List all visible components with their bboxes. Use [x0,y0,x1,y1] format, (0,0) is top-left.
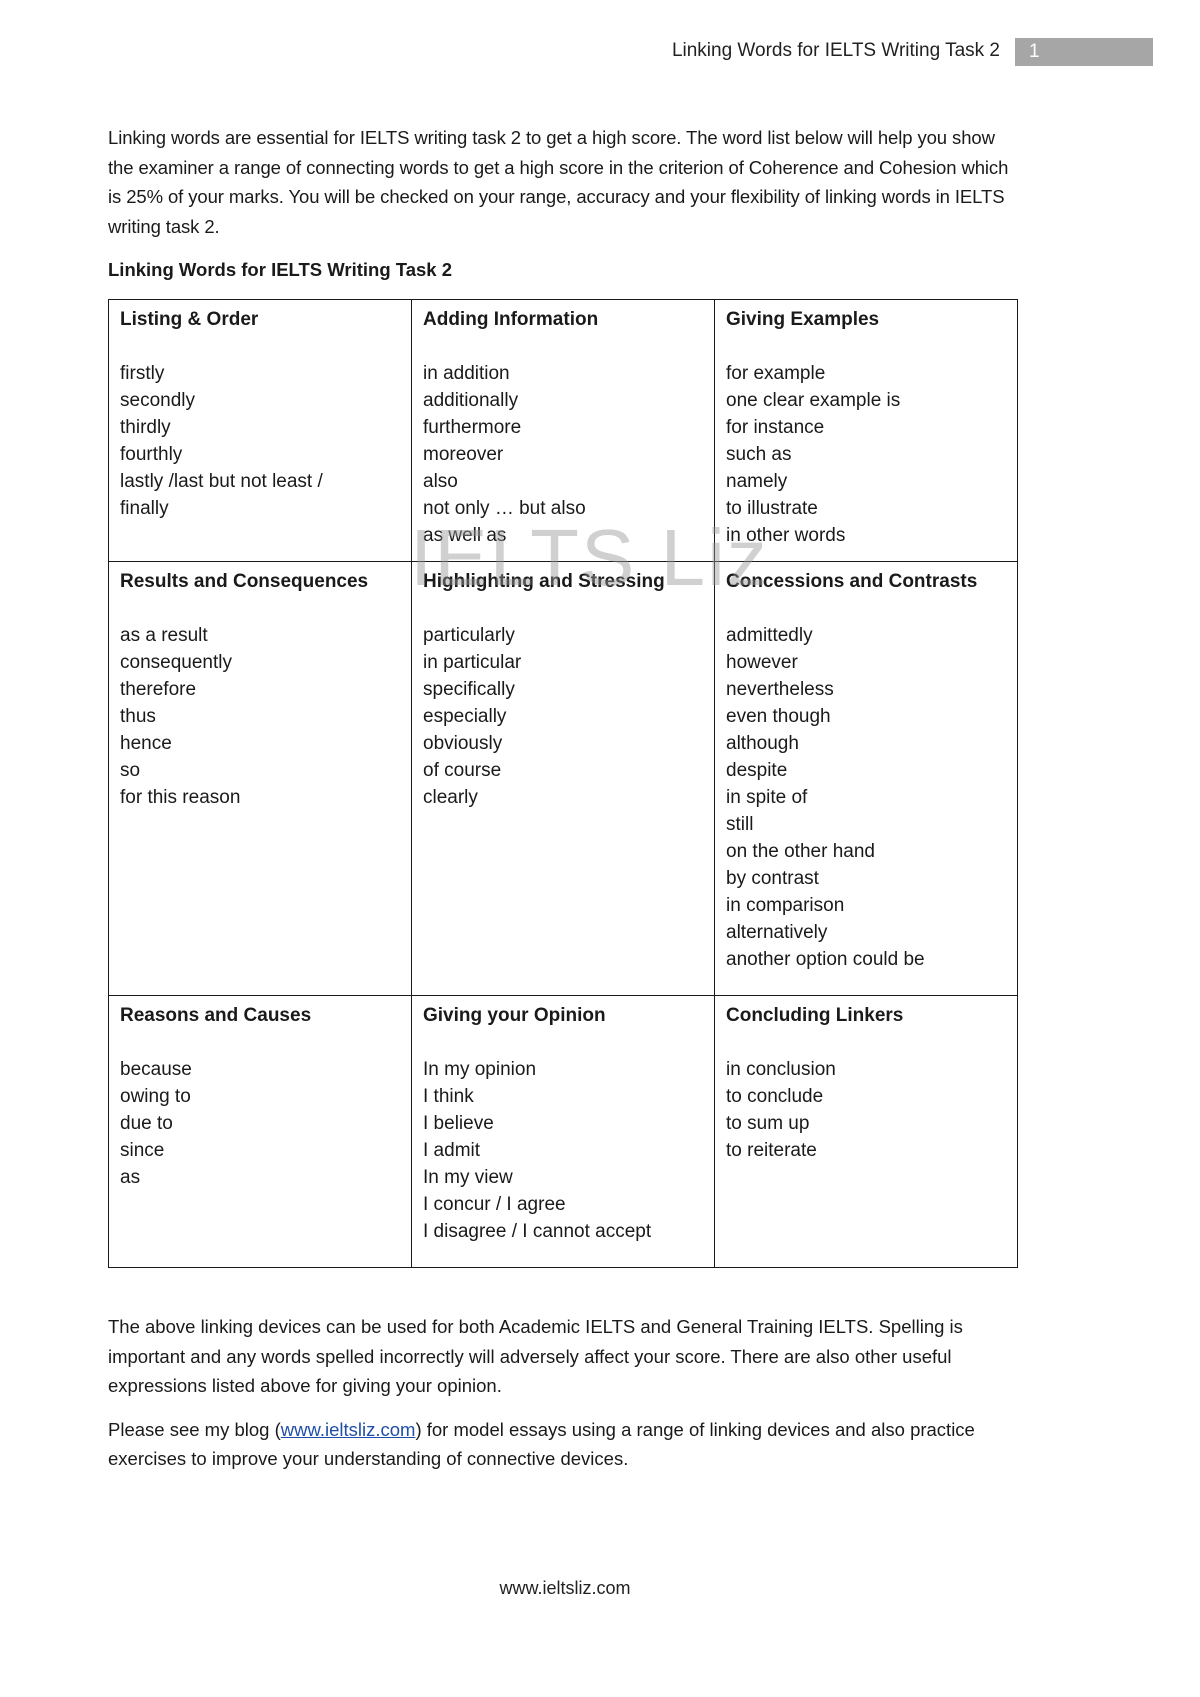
category-heading: Results and Consequences [120,571,369,592]
linking-word: on the other hand [726,841,875,862]
linking-word: for example [726,363,826,384]
linking-word: I admit [423,1140,481,1161]
linking-word: another option could be [726,949,925,970]
outro-paragraph: The above linking devices can be used fo… [108,1316,963,1396]
linking-word: in addition [423,363,510,384]
linking-word: finally [120,498,169,519]
linking-word: owing to [120,1086,191,1107]
category-cell: Concluding Linkers in conclusion to conclu… [714,995,1018,1268]
linking-word: although [726,733,799,754]
linking-word: I think [423,1086,474,1107]
linking-word: in spite of [726,787,808,808]
linking-word: nevertheless [726,679,834,700]
linking-word: for instance [726,417,825,438]
header-title: Linking Words for IELTS Writing Task 2 [671,40,1000,61]
linking-word: in comparison [726,895,845,916]
category-cell: Listing & Order firstly secondly thirdly fou… [108,299,412,562]
linking-word: thus [120,706,156,727]
table-row: Results and Consequences as a result conse… [108,561,1018,996]
linking-word: such as [726,444,792,465]
linking-words-table: Listing & Order firstly secondly thirdly fou… [108,299,1018,1268]
category-heading: Adding Information [423,309,599,330]
category-cell: Reasons and Causes because owing to due to s… [108,995,412,1268]
linking-word: additionally [423,390,519,411]
linking-word: thirdly [120,417,171,438]
linking-word: since [120,1140,165,1161]
blog-text-before: Please see my blog ( [108,1418,281,1440]
category-cell: Concessions and Contrasts admittedly howev… [714,561,1018,996]
category-heading: Reasons and Causes [120,1005,312,1026]
linking-word: specifically [423,679,515,700]
linking-word: for this reason [120,787,241,808]
linking-word: moreover [423,444,504,465]
linking-word: clearly [423,787,478,808]
category-heading: Giving your Opinion [423,1005,606,1026]
linking-word: hence [120,733,172,754]
linking-word: I concur / I agree [423,1194,566,1215]
linking-word: in conclusion [726,1059,836,1080]
category-heading: Concluding Linkers [726,1005,904,1026]
linking-word: lastly /last but not least / [120,471,323,492]
linking-word: therefore [120,679,197,700]
linking-word: because [120,1059,192,1080]
linking-word: alternatively [726,922,828,943]
blog-paragraph: Please see my blog (www.ieltsliz.com) fo… [108,1415,1020,1474]
category-cell: Giving Examples for example one clear exam… [714,299,1018,562]
linking-word: due to [120,1113,173,1134]
linking-word: namely [726,471,788,492]
category-heading: Highlighting and Stressing [423,571,665,592]
category-cell: Highlighting and Stressing particularly in… [411,561,715,996]
linking-word: to conclude [726,1086,824,1107]
linking-word: In my view [423,1167,513,1188]
linking-word: firstly [120,363,165,384]
page-footer: www.ieltsliz.com [499,1578,631,1598]
linking-word: furthermore [423,417,522,438]
linking-word: fourthly [120,444,183,465]
linking-word: particularly [423,625,515,646]
page-header: Linking Words for IELTS Writing Task 2 1 [0,38,1200,66]
linking-word: to illustrate [726,498,818,519]
linking-word: as well as [423,525,507,546]
linking-word: still [726,814,754,835]
linking-word: admittedly [726,625,813,646]
linking-word: consequently [120,652,232,673]
table-row: Listing & Order firstly secondly thirdly fou… [108,299,1018,562]
intro-paragraph: Linking words are essential for IELTS wr… [108,127,1009,237]
linking-word: so [120,760,141,781]
linking-word: of course [423,760,502,781]
linking-word: to sum up [726,1113,810,1134]
category-cell: Results and Consequences as a result conse… [108,561,412,996]
linking-word: especially [423,706,507,727]
category-heading: Listing & Order [120,309,259,330]
blog-link[interactable]: www.ieltsliz.com [281,1419,416,1440]
linking-word: also [423,471,458,492]
linking-word: I believe [423,1113,494,1134]
table-row: Reasons and Causes because owing to due to s… [108,995,1018,1268]
linking-word: In my opinion [423,1059,537,1080]
linking-word: as [120,1167,141,1188]
linking-word: even though [726,706,831,727]
category-heading: Concessions and Contrasts [726,571,978,592]
category-cell: Giving your Opinion In my opinion I think I… [411,995,715,1268]
category-cell: Adding Information in addition additionall… [411,299,715,562]
linking-word: by contrast [726,868,819,889]
linking-word: not only … but also [423,498,586,519]
linking-word: I disagree / I cannot accept [423,1221,652,1242]
linking-word: in other words [726,525,846,546]
linking-word: however [726,652,798,673]
section-title: Linking Words for IELTS Writing Task 2 [108,259,452,280]
linking-word: one clear example is [726,390,901,411]
linking-word: obviously [423,733,503,754]
linking-word: to reiterate [726,1140,817,1161]
linking-word: as a result [120,625,208,646]
page-number: 1 [1015,38,1153,66]
document-body: Linking words are essential for IELTS wr… [108,123,1020,1474]
linking-word: secondly [120,390,195,411]
category-heading: Giving Examples [726,309,880,330]
linking-word: despite [726,760,788,781]
linking-word: in particular [423,652,522,673]
